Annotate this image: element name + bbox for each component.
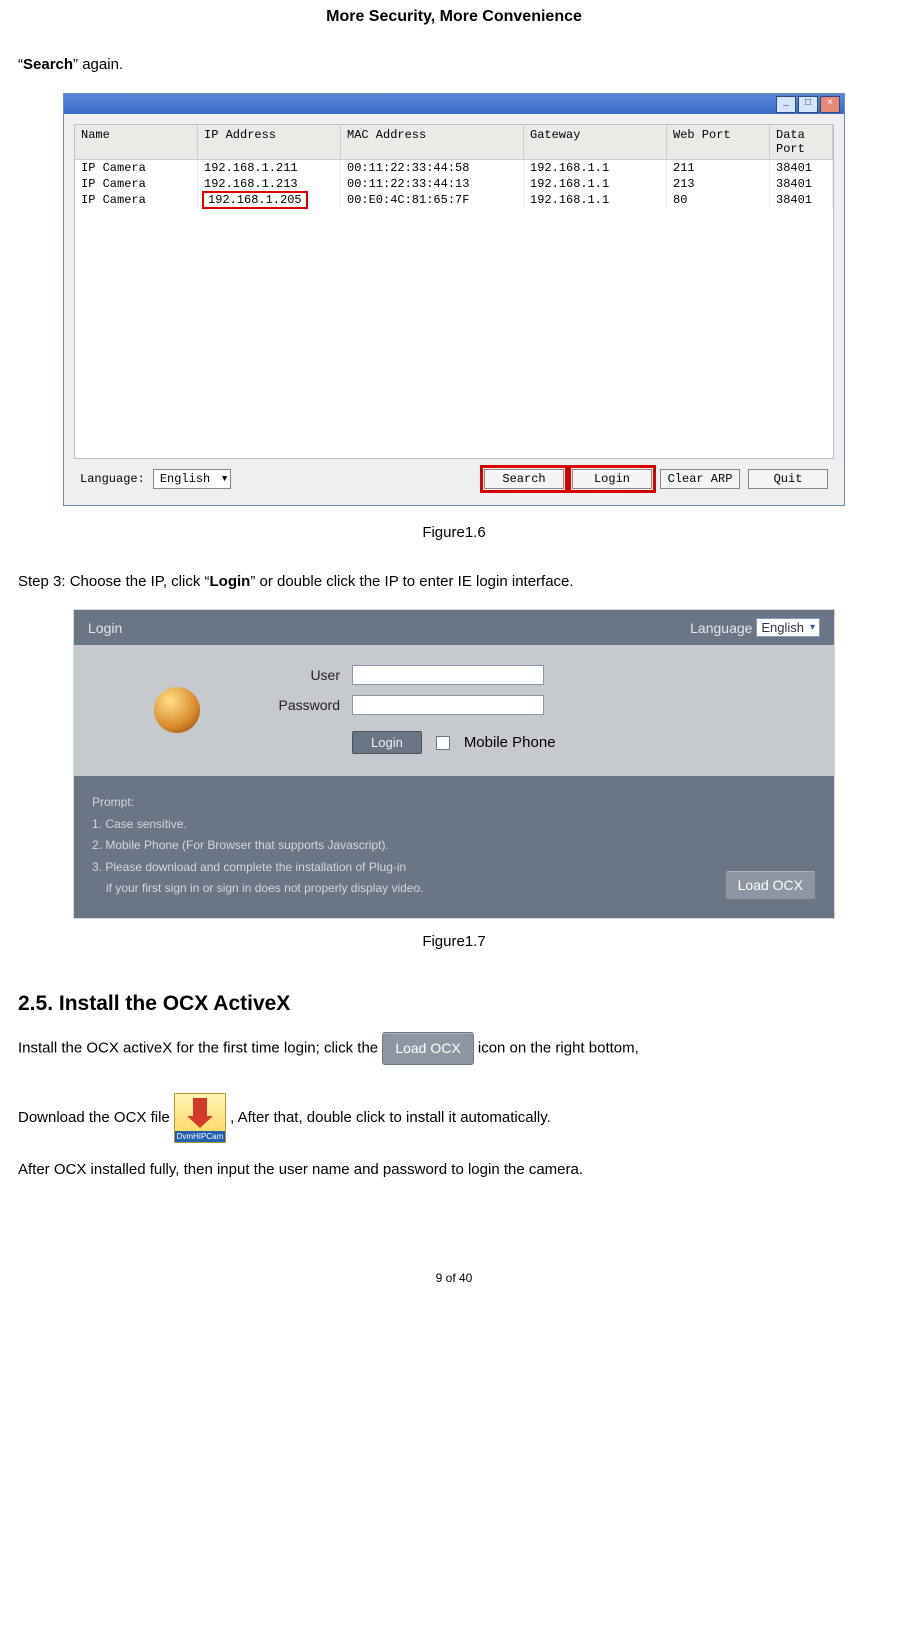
- prompt-4: if your first sign in or sign in does no…: [92, 878, 725, 900]
- step3-bold: Login: [210, 573, 251, 590]
- login-title: Login: [88, 620, 122, 636]
- window-titlebar: _ □ ×: [64, 94, 844, 114]
- col-dataport: Data Port: [770, 125, 833, 160]
- login-submit-button[interactable]: Login: [352, 731, 422, 754]
- avatar-icon: [154, 687, 200, 733]
- download-file-icon: DvmHIPCam: [174, 1093, 226, 1143]
- user-label: User: [260, 667, 340, 683]
- minimize-icon[interactable]: _: [776, 96, 796, 113]
- figure16-caption: Figure1.6: [18, 524, 890, 541]
- mobile-checkbox[interactable]: [436, 736, 450, 750]
- install-line1: Install the OCX activeX for the first ti…: [18, 1032, 890, 1065]
- table-row[interactable]: IP Camera 192.168.1.213 00:11:22:33:44:1…: [75, 176, 833, 192]
- intro-line: “Search” again.: [18, 54, 890, 77]
- page-header: More Security, More Convenience: [18, 0, 890, 46]
- prompt-2: 2. Mobile Phone (For Browser that suppor…: [92, 835, 725, 857]
- close-icon[interactable]: ×: [820, 96, 840, 113]
- intro-suffix: ” again.: [73, 56, 123, 73]
- cell-data: 38401: [770, 192, 833, 208]
- l2b: , After that, double click to install it…: [230, 1109, 551, 1126]
- password-label: Password: [260, 697, 340, 713]
- table-empty-area: [75, 208, 833, 458]
- login-header: Login Language English ▾: [74, 610, 834, 645]
- cell-ip: 192.168.1.205: [198, 192, 341, 208]
- login-button[interactable]: Login: [572, 469, 652, 489]
- l2a: Download the OCX file: [18, 1109, 174, 1126]
- cell-gw: 192.168.1.1: [524, 176, 667, 192]
- cell-gw: 192.168.1.1: [524, 192, 667, 208]
- search-tool-window: _ □ × Name IP Address MAC Address Gatewa…: [63, 93, 845, 506]
- page-footer: 9 of 40: [18, 1271, 890, 1285]
- quit-button[interactable]: Quit: [748, 469, 828, 489]
- device-table: Name IP Address MAC Address Gateway Web …: [74, 124, 834, 459]
- col-name: Name: [75, 125, 198, 160]
- cell-mac: 00:E0:4C:81:65:7F: [341, 192, 524, 208]
- step3-post: ” or double click the IP to enter IE log…: [250, 573, 573, 590]
- cell-ip: 192.168.1.211: [198, 160, 341, 176]
- download-file-label: DvmHIPCam: [175, 1131, 225, 1142]
- prompt-1: 1. Case sensitive.: [92, 814, 725, 836]
- cell-data: 38401: [770, 160, 833, 176]
- language-label: Language:: [80, 472, 145, 486]
- language-value: English: [761, 620, 804, 635]
- language-label: Language: [690, 620, 752, 636]
- col-ip: IP Address: [198, 125, 341, 160]
- cell-web: 213: [667, 176, 770, 192]
- cell-mac: 00:11:22:33:44:58: [341, 160, 524, 176]
- intro-bold: Search: [23, 56, 73, 73]
- inline-load-ocx-icon: Load OCX: [382, 1032, 473, 1065]
- user-input[interactable]: [352, 665, 544, 685]
- load-ocx-button[interactable]: Load OCX: [725, 870, 816, 900]
- cell-ip: 192.168.1.213: [198, 176, 341, 192]
- clear-arp-button[interactable]: Clear ARP: [660, 469, 740, 489]
- section-heading: 2.5. Install the OCX ActiveX: [18, 992, 890, 1016]
- language-select[interactable]: English: [153, 469, 231, 489]
- prompt-title: Prompt:: [92, 792, 725, 814]
- prompt-3: 3. Please download and complete the inst…: [92, 857, 725, 879]
- figure17-caption: Figure1.7: [18, 933, 890, 950]
- mobile-label: Mobile Phone: [464, 734, 556, 751]
- cell-data: 38401: [770, 176, 833, 192]
- search-button[interactable]: Search: [484, 469, 564, 489]
- cell-name: IP Camera: [75, 176, 198, 192]
- password-input[interactable]: [352, 695, 544, 715]
- l1b: icon on the right bottom,: [478, 1039, 639, 1056]
- step3-pre: Step 3: Choose the IP, click “: [18, 573, 210, 590]
- table-header: Name IP Address MAC Address Gateway Web …: [75, 125, 833, 160]
- highlighted-ip: 192.168.1.205: [202, 191, 308, 209]
- cell-web: 80: [667, 192, 770, 208]
- cell-name: IP Camera: [75, 192, 198, 208]
- table-row[interactable]: IP Camera 192.168.1.205 00:E0:4C:81:65:7…: [75, 192, 833, 208]
- install-line2: Download the OCX file DvmHIPCam , After …: [18, 1093, 890, 1143]
- table-row[interactable]: IP Camera 192.168.1.211 00:11:22:33:44:5…: [75, 160, 833, 176]
- cell-web: 211: [667, 160, 770, 176]
- col-gateway: Gateway: [524, 125, 667, 160]
- col-mac: MAC Address: [341, 125, 524, 160]
- language-dropdown[interactable]: English ▾: [756, 618, 820, 637]
- chevron-down-icon: ▾: [810, 622, 815, 633]
- install-line3: After OCX installed fully, then input th…: [18, 1159, 890, 1182]
- step3-line: Step 3: Choose the IP, click “Login” or …: [18, 571, 890, 594]
- login-panel: Login Language English ▾ User Password: [73, 609, 835, 919]
- cell-gw: 192.168.1.1: [524, 160, 667, 176]
- l1a: Install the OCX activeX for the first ti…: [18, 1039, 382, 1056]
- cell-name: IP Camera: [75, 160, 198, 176]
- maximize-icon[interactable]: □: [798, 96, 818, 113]
- cell-mac: 00:11:22:33:44:13: [341, 176, 524, 192]
- col-webport: Web Port: [667, 125, 770, 160]
